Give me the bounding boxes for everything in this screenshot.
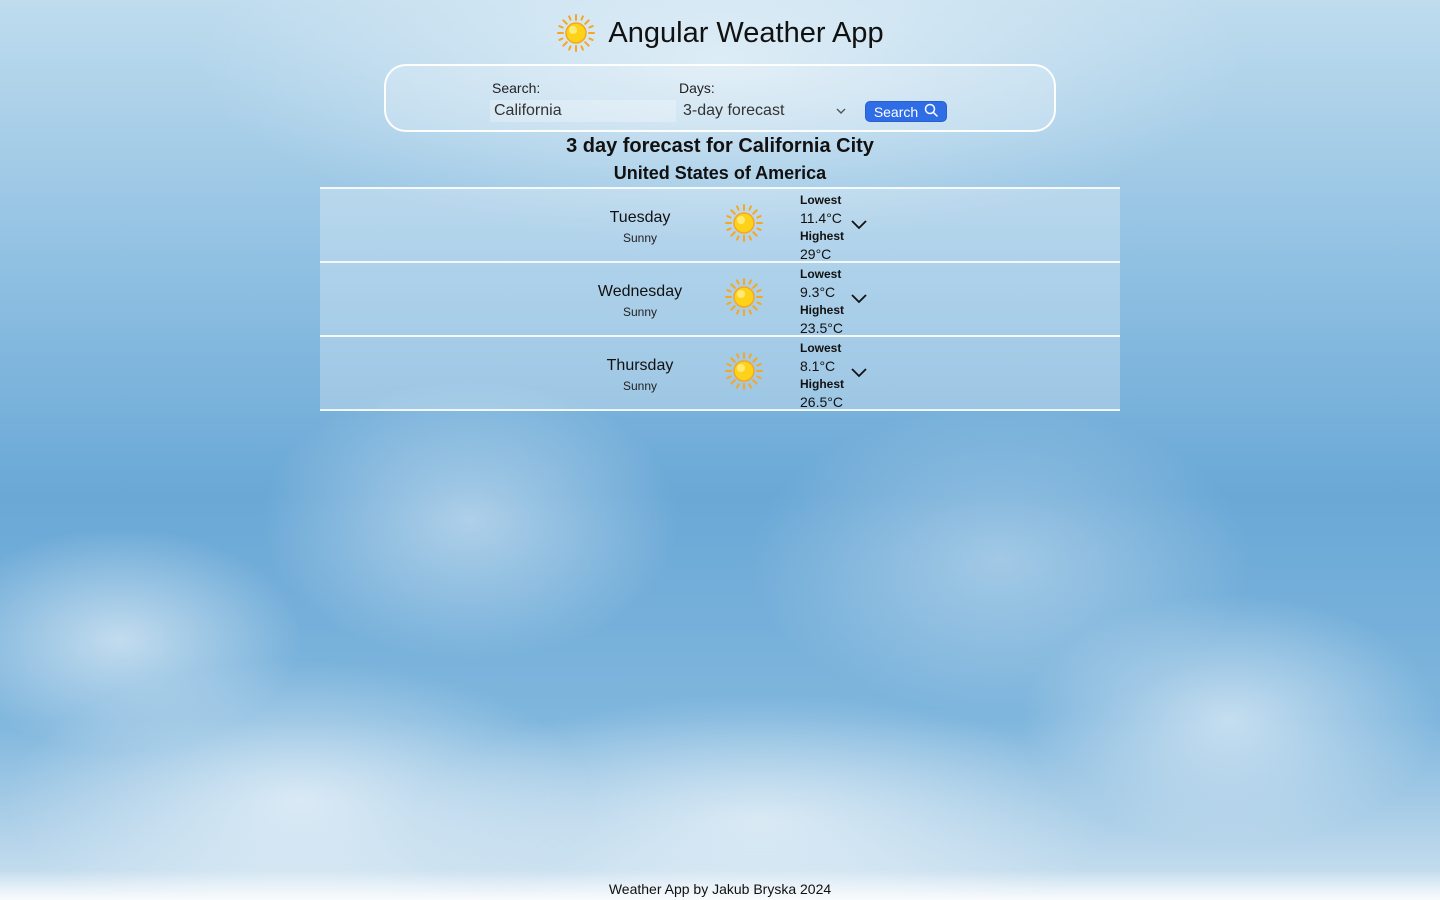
forecast-list: Tuesday Sunny Lowest 11.4°C Highest 29°C… — [320, 187, 1120, 411]
footer-text: Weather App by Jakub Bryska 2024 — [608, 881, 832, 897]
day-block: Wednesday Sunny — [560, 283, 720, 319]
day-name: Tuesday — [609, 209, 671, 226]
forecast-title: 3 day forecast for California City — [566, 135, 874, 157]
search-input[interactable] — [490, 100, 676, 122]
day-block: Tuesday Sunny — [560, 209, 720, 245]
lowest-label: Lowest — [800, 193, 842, 207]
days-label: Days: — [679, 80, 715, 96]
highest-label: Highest — [800, 229, 845, 243]
app-header: Angular Weather App — [0, 10, 1440, 56]
lowest-value: 8.1°C — [800, 358, 836, 374]
sun-icon — [724, 351, 764, 396]
search-button[interactable]: Search — [865, 101, 947, 122]
search-label: Search: — [492, 80, 541, 96]
search-button-label: Search — [873, 103, 919, 120]
day-name: Wednesday — [597, 283, 683, 300]
highest-label: Highest — [800, 377, 845, 391]
search-icon — [924, 103, 938, 120]
chevron-down-icon[interactable] — [850, 291, 868, 309]
day-condition: Sunny — [622, 231, 658, 245]
chevron-down-icon[interactable] — [850, 365, 868, 383]
sun-icon — [724, 277, 764, 322]
forecast-day-row[interactable]: Wednesday Sunny Lowest 9.3°C Highest 23.… — [320, 261, 1120, 337]
temperature-block: Lowest 8.1°C Highest 26.5°C — [800, 339, 844, 411]
day-name: Thursday — [606, 357, 674, 374]
forecast-day-row[interactable]: Tuesday Sunny Lowest 11.4°C Highest 29°C — [320, 187, 1120, 263]
lowest-label: Lowest — [800, 341, 842, 355]
lowest-value: 11.4°C — [800, 210, 842, 226]
sun-icon — [724, 203, 764, 248]
days-select[interactable]: 3-day forecast — [679, 100, 851, 122]
temperature-block: Lowest 9.3°C Highest 23.5°C — [800, 265, 844, 337]
highest-label: Highest — [800, 303, 845, 317]
lowest-label: Lowest — [800, 267, 842, 281]
days-select-value: 3-day forecast — [683, 102, 785, 119]
search-panel: Search: Days: 3-day forecast Search — [384, 64, 1056, 132]
day-block: Thursday Sunny — [560, 357, 720, 393]
app-title: Angular Weather App — [608, 16, 884, 49]
day-condition: Sunny — [622, 379, 658, 393]
forecast-day-row[interactable]: Thursday Sunny Lowest 8.1°C Highest 26.5… — [320, 335, 1120, 411]
chevron-down-icon[interactable] — [850, 217, 868, 235]
chevron-down-icon — [835, 102, 847, 120]
sun-icon — [556, 13, 596, 53]
temperature-block: Lowest 11.4°C Highest 29°C — [800, 191, 844, 263]
day-condition: Sunny — [622, 305, 658, 319]
forecast-country: United States of America — [613, 163, 827, 183]
highest-value: 26.5°C — [800, 394, 843, 410]
lowest-value: 9.3°C — [800, 284, 836, 300]
